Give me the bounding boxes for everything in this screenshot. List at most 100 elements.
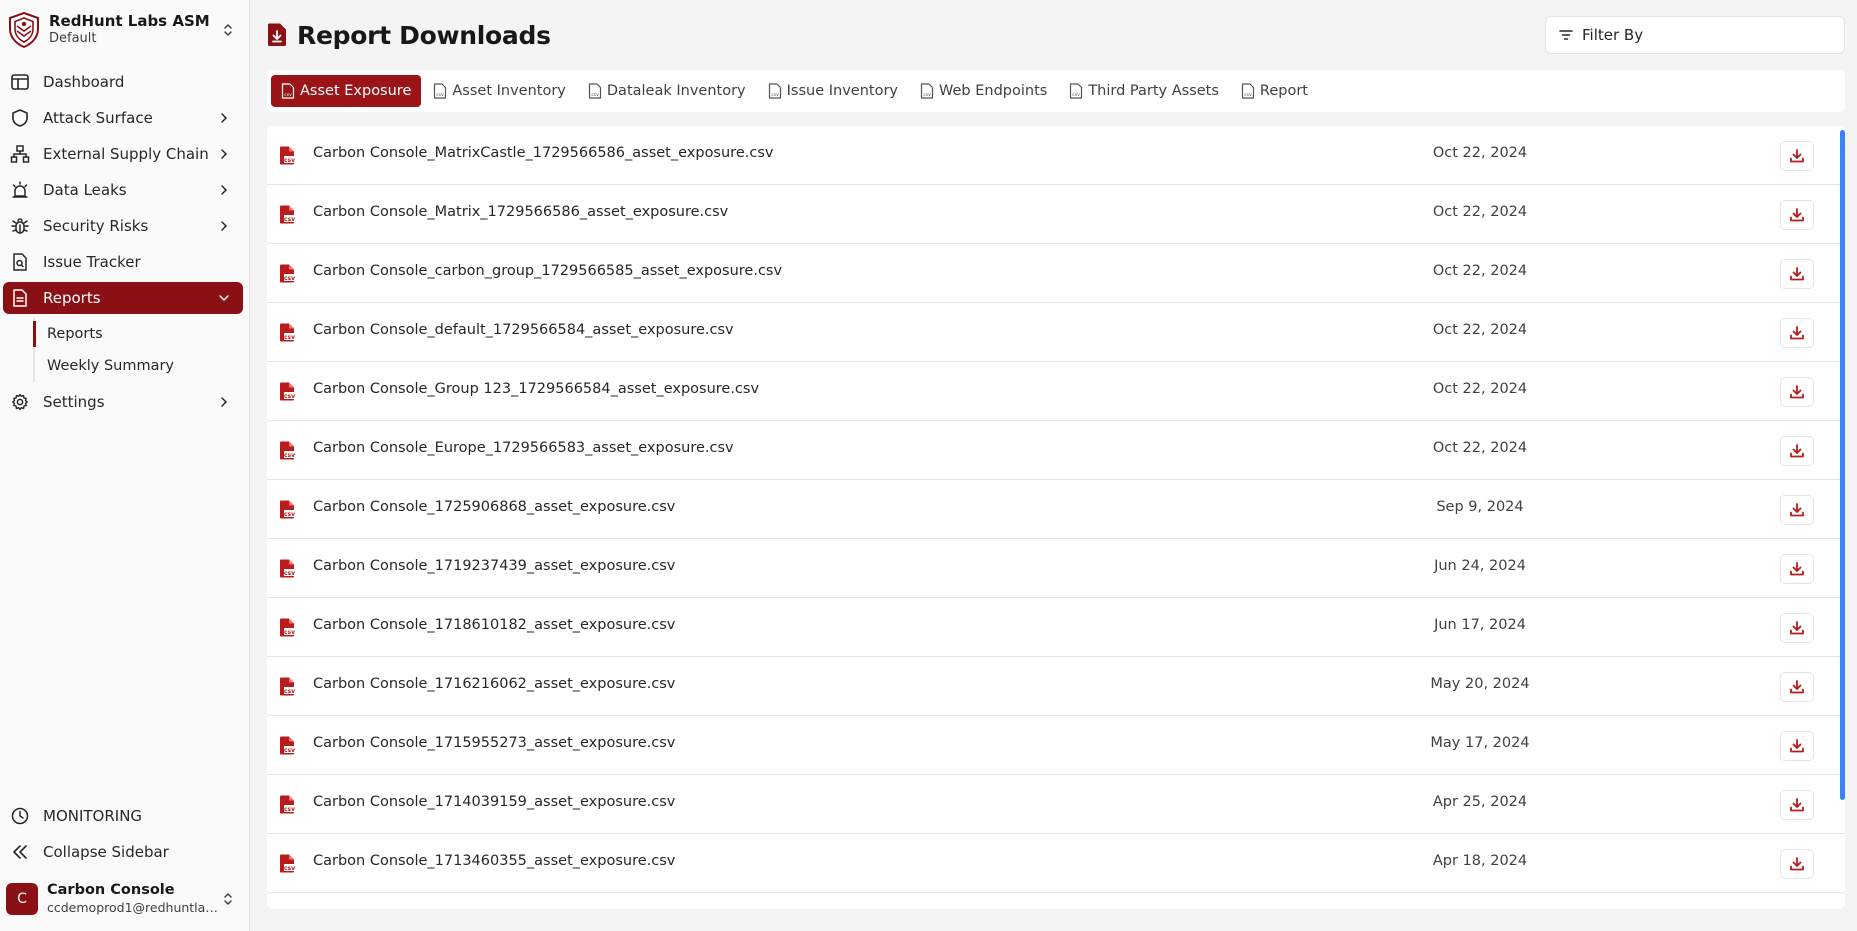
nav-reports[interactable]: Reports [3, 282, 243, 314]
page-title: Report Downloads [297, 20, 551, 50]
table-row: csv Carbon Console_1718610182_asset_expos… [267, 598, 1845, 657]
table-row: csv Carbon Console_1714039159_asset_expos… [267, 775, 1845, 834]
chevron-right-icon [221, 149, 228, 159]
subnav-reports[interactable]: Reports [33, 318, 250, 350]
nav-data-leaks[interactable]: Data Leaks [3, 174, 243, 206]
download-button[interactable] [1780, 495, 1814, 525]
csv-file-icon: csv [280, 559, 295, 578]
chevron-down-icon [219, 295, 229, 302]
user-menu[interactable]: C Carbon Console ccdemoprod1@redhuntlabs… [6, 878, 244, 920]
reports-submenu: Reports Weekly Summary [33, 318, 250, 382]
svg-text:csv: csv [284, 570, 295, 577]
table-row: csv Carbon Console_1719237439_asset_expos… [267, 539, 1845, 598]
main-content: Report Downloads Filter By csv Asset Expo… [251, 0, 1857, 931]
download-icon [1790, 444, 1804, 458]
file-name: Carbon Console_1716216062_asset_exposure… [313, 676, 676, 692]
file-name: Carbon Console_1719237439_asset_exposure… [313, 558, 676, 574]
csv-file-icon: csv [1070, 83, 1083, 99]
download-button[interactable] [1780, 318, 1814, 348]
file-date: Oct 22, 2024 [1432, 204, 1528, 220]
file-date: Apr 18, 2024 [1432, 853, 1528, 869]
csv-file-icon: csv [588, 83, 601, 99]
collapse-sidebar-button[interactable]: Collapse Sidebar [3, 836, 243, 868]
nav-security-risks[interactable]: Security Risks [3, 210, 243, 242]
file-name: Carbon Console_default_1729566584_asset_… [313, 322, 734, 338]
file-date: Jun 24, 2024 [1434, 558, 1526, 574]
download-button[interactable] [1780, 731, 1814, 761]
csv-file-icon: csv [920, 83, 934, 99]
download-button[interactable] [1780, 613, 1814, 643]
file-date: Oct 22, 2024 [1432, 145, 1528, 161]
download-button[interactable] [1780, 790, 1814, 820]
download-icon [1790, 267, 1804, 281]
nav-settings[interactable]: Settings [3, 386, 243, 418]
tab-third-party-assets[interactable]: csv Third Party Assets [1059, 75, 1229, 107]
download-button[interactable] [1780, 259, 1814, 289]
tab-issue-inventory[interactable]: csv Issue Inventory [758, 75, 908, 107]
tab-label: Asset Inventory [452, 83, 566, 99]
csv-file-icon: csv [280, 677, 295, 696]
tab-asset-inventory[interactable]: csv Asset Inventory [423, 75, 576, 107]
tab-label: Dataleak Inventory [606, 83, 746, 99]
file-name: Carbon Console_1725906868_asset_exposure… [313, 499, 676, 515]
svg-text:csv: csv [284, 806, 295, 813]
download-button[interactable] [1780, 141, 1814, 171]
table-row: csv Carbon Console_Matrix_1729566586_asse… [267, 185, 1845, 244]
svg-text:csv: csv [284, 747, 295, 754]
nav-label: Data Leaks [43, 181, 127, 199]
download-button[interactable] [1780, 849, 1814, 879]
table-row: csv Carbon Console_carbon_group_172956658… [267, 244, 1845, 303]
nav-issue-tracker[interactable]: Issue Tracker [3, 246, 243, 278]
nav-dashboard[interactable]: Dashboard [3, 66, 243, 98]
main-nav: Dashboard Attack Surface External Supply… [0, 66, 250, 422]
file-name: Carbon Console_1713460355_asset_exposure… [313, 853, 676, 869]
csv-file-icon: csv [434, 83, 447, 99]
nav-monitoring[interactable]: MONITORING [3, 800, 243, 832]
download-button[interactable] [1780, 377, 1814, 407]
svg-text:csv: csv [284, 865, 295, 872]
csv-file-icon: csv [280, 736, 295, 755]
svg-text:csv: csv [284, 629, 295, 636]
svg-text:csv: csv [284, 452, 295, 459]
download-button[interactable] [1780, 200, 1814, 230]
tab-dataleak-inventory[interactable]: csv Dataleak Inventory [578, 75, 756, 107]
nav-attack-surface[interactable]: Attack Surface [3, 102, 243, 134]
tab-label: Third Party Assets [1088, 83, 1219, 99]
file-name: Carbon Console_Group 123_1729566584_asse… [313, 381, 760, 397]
brand-subtitle: Default [49, 31, 97, 46]
csv-file-icon: csv [280, 441, 295, 460]
file-text-icon [13, 289, 27, 307]
nav-label: Settings [43, 393, 105, 411]
download-button[interactable] [1780, 436, 1814, 466]
csv-file-icon: csv [280, 323, 295, 342]
layout-icon [11, 74, 29, 90]
svg-text:csv: csv [591, 93, 599, 98]
csv-file-icon: csv [281, 83, 295, 99]
nav-external-supply-chain[interactable]: External Supply Chain [3, 138, 243, 170]
svg-text:csv: csv [284, 334, 295, 341]
download-icon [1790, 739, 1804, 753]
filter-by-dropdown[interactable]: Filter By [1545, 16, 1845, 54]
download-button[interactable] [1780, 554, 1814, 584]
tab-report[interactable]: csv Report [1231, 75, 1318, 107]
tab-label: Asset Exposure [300, 83, 412, 99]
workspace-switcher[interactable]: RedHunt Labs ASM Default [6, 10, 244, 50]
chevron-right-icon [221, 185, 228, 195]
svg-text:csv: csv [1073, 93, 1081, 98]
csv-file-icon: csv [280, 205, 295, 224]
subnav-weekly-summary[interactable]: Weekly Summary [35, 350, 250, 382]
file-name: Carbon Console_Matrix_1729566586_asset_e… [313, 204, 729, 220]
file-name: Carbon Console_MatrixCastle_1729566586_a… [313, 145, 774, 161]
network-icon [10, 145, 30, 163]
file-name: Carbon Console_1715955273_asset_exposure… [313, 735, 676, 751]
tab-asset-exposure[interactable]: csv Asset Exposure [271, 75, 422, 107]
download-icon [1790, 149, 1804, 163]
download-button[interactable] [1780, 672, 1814, 702]
csv-file-icon: csv [280, 795, 295, 814]
sidebar: RedHunt Labs ASM Default Dashboard Attac… [0, 0, 250, 931]
gear-icon [12, 393, 28, 411]
list-scrollbar[interactable] [1840, 130, 1845, 800]
file-download-icon [268, 23, 286, 46]
tab-web-endpoints[interactable]: csv Web Endpoints [910, 75, 1057, 107]
svg-text:csv: csv [771, 93, 779, 98]
